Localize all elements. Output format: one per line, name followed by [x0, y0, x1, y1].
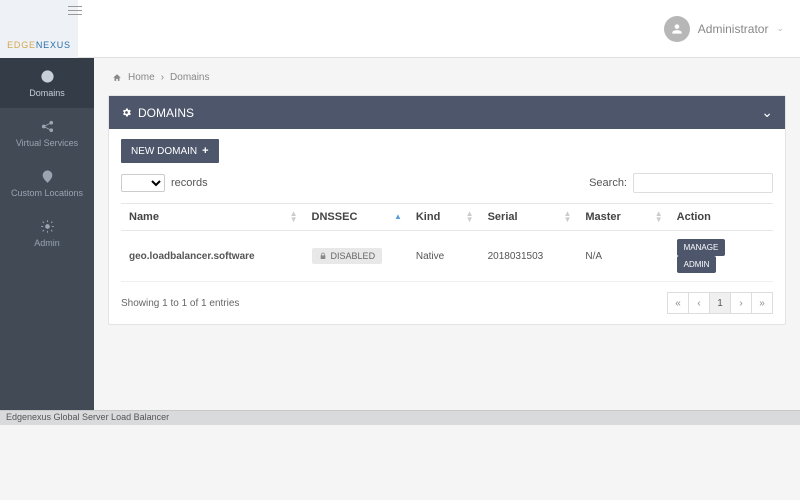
- sidebar-label: Admin: [34, 238, 60, 248]
- pagination: « ‹ 1 › »: [668, 292, 773, 314]
- brand-logo: EDGENEXUS: [7, 40, 71, 50]
- collapse-icon[interactable]: ⌄: [761, 104, 773, 121]
- records-per-page-select[interactable]: [121, 174, 165, 192]
- avatar-icon: [664, 16, 690, 42]
- breadcrumb-home[interactable]: Home: [128, 72, 155, 83]
- hamburger-icon[interactable]: [68, 6, 82, 15]
- cell-master: N/A: [577, 231, 668, 282]
- user-name: Administrator: [698, 22, 769, 36]
- col-action: Action: [669, 204, 773, 231]
- manage-button[interactable]: MANAGE: [677, 239, 726, 256]
- panel-body: NEW DOMAIN+ records Search: Name▲▼ DNSSE…: [109, 129, 785, 324]
- panel-header: DOMAINS ⌄: [109, 96, 785, 129]
- sidebar-item-admin[interactable]: Admin: [0, 208, 94, 258]
- records-label: records: [171, 177, 208, 189]
- cell-kind: Native: [408, 231, 480, 282]
- cell-dnssec: DISABLED: [304, 231, 408, 282]
- col-name[interactable]: Name▲▼: [121, 204, 304, 231]
- sidebar-item-custom-locations[interactable]: Custom Locations: [0, 158, 94, 208]
- sidebar-label: Custom Locations: [11, 188, 83, 198]
- cell-serial: 2018031503: [480, 231, 578, 282]
- sidebar-label: Virtual Services: [16, 138, 78, 148]
- breadcrumb: Home › Domains: [108, 64, 786, 95]
- table-info: Showing 1 to 1 of 1 entries: [121, 298, 239, 309]
- page-next[interactable]: ›: [730, 292, 752, 314]
- admin-button[interactable]: ADMIN: [677, 256, 717, 273]
- new-domain-button[interactable]: NEW DOMAIN+: [121, 139, 219, 163]
- cell-name[interactable]: geo.loadbalancer.software: [121, 231, 304, 282]
- search-label: Search:: [589, 177, 627, 189]
- status-bar: Edgenexus Global Server Load Balancer: [0, 410, 800, 425]
- sidebar-label: Domains: [29, 88, 65, 98]
- sidebar: Domains Virtual Services Custom Location…: [0, 58, 94, 420]
- top-bar: EDGENEXUS Administrator ⌄: [0, 0, 800, 58]
- gear-icon: [39, 218, 55, 234]
- cell-action: MANAGE ADMIN: [669, 231, 773, 282]
- domains-panel: DOMAINS ⌄ NEW DOMAIN+ records Search:: [108, 95, 786, 325]
- page-current[interactable]: 1: [709, 292, 731, 314]
- globe-icon: [39, 68, 55, 84]
- page-last[interactable]: »: [751, 292, 773, 314]
- panel-title: DOMAINS: [138, 106, 194, 120]
- sidebar-item-domains[interactable]: Domains: [0, 58, 94, 108]
- col-serial[interactable]: Serial▲▼: [480, 204, 578, 231]
- location-icon: [39, 168, 55, 184]
- domains-table: Name▲▼ DNSSEC▲ Kind▲▼ Serial▲▼ Master▲▼ …: [121, 203, 773, 282]
- breadcrumb-separator: ›: [161, 72, 164, 83]
- share-icon: [39, 118, 55, 134]
- logo-area: EDGENEXUS: [0, 0, 78, 58]
- page-first[interactable]: «: [667, 292, 689, 314]
- plus-icon: +: [202, 145, 208, 157]
- dnssec-badge: DISABLED: [312, 248, 383, 264]
- panel-gear-icon: [121, 107, 132, 118]
- col-master[interactable]: Master▲▼: [577, 204, 668, 231]
- lock-icon: [319, 252, 327, 260]
- sidebar-item-virtual-services[interactable]: Virtual Services: [0, 108, 94, 158]
- col-kind[interactable]: Kind▲▼: [408, 204, 480, 231]
- page-prev[interactable]: ‹: [688, 292, 710, 314]
- home-icon: [112, 73, 122, 83]
- chevron-down-icon: ⌄: [776, 23, 784, 34]
- user-menu[interactable]: Administrator ⌄: [664, 16, 784, 42]
- table-row: geo.loadbalancer.software DISABLED Nativ…: [121, 231, 773, 282]
- breadcrumb-current: Domains: [170, 72, 209, 83]
- main-content: Home › Domains DOMAINS ⌄ NEW DOMAIN+ rec…: [94, 58, 800, 420]
- col-dnssec[interactable]: DNSSEC▲: [304, 204, 408, 231]
- search-input[interactable]: [633, 173, 773, 193]
